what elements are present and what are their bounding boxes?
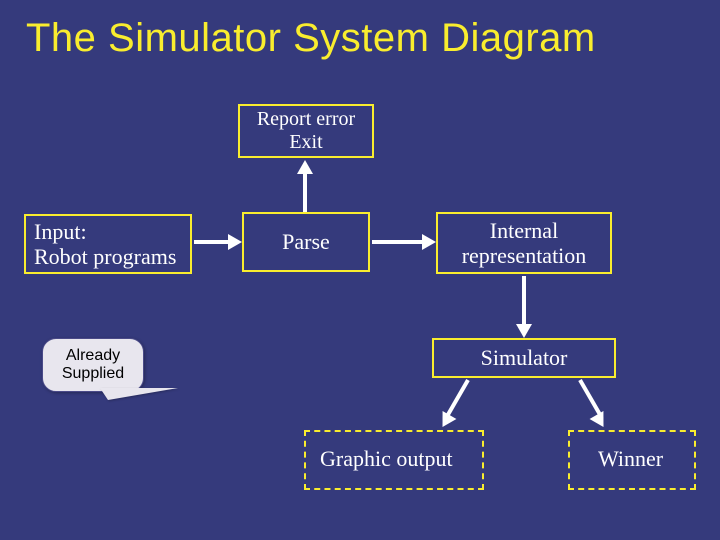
node-winner-label: Winner	[598, 446, 663, 472]
node-input-line1: Input:	[34, 219, 176, 244]
slide-title: The Simulator System Diagram	[26, 16, 596, 61]
node-internal-line1: Internal	[462, 218, 587, 243]
callout-already-supplied: Already Supplied	[42, 338, 144, 392]
callout-tail-icon	[100, 388, 178, 400]
node-simulator-label: Simulator	[481, 345, 568, 370]
node-internal-line2: representation	[462, 243, 587, 268]
node-simulator: Simulator	[432, 338, 616, 378]
callout-line2: Supplied	[62, 365, 124, 383]
node-report-error: Report error Exit	[238, 104, 374, 158]
node-report-error-line2: Exit	[257, 131, 355, 154]
node-graphic-output-label: Graphic output	[320, 446, 453, 472]
node-input-line2: Robot programs	[34, 244, 176, 269]
node-parse: Parse	[242, 212, 370, 272]
node-input: Input: Robot programs	[24, 214, 192, 274]
node-report-error-line1: Report error	[257, 108, 355, 131]
node-parse-label: Parse	[282, 229, 330, 254]
node-internal: Internal representation	[436, 212, 612, 274]
callout-line1: Already	[62, 347, 124, 365]
